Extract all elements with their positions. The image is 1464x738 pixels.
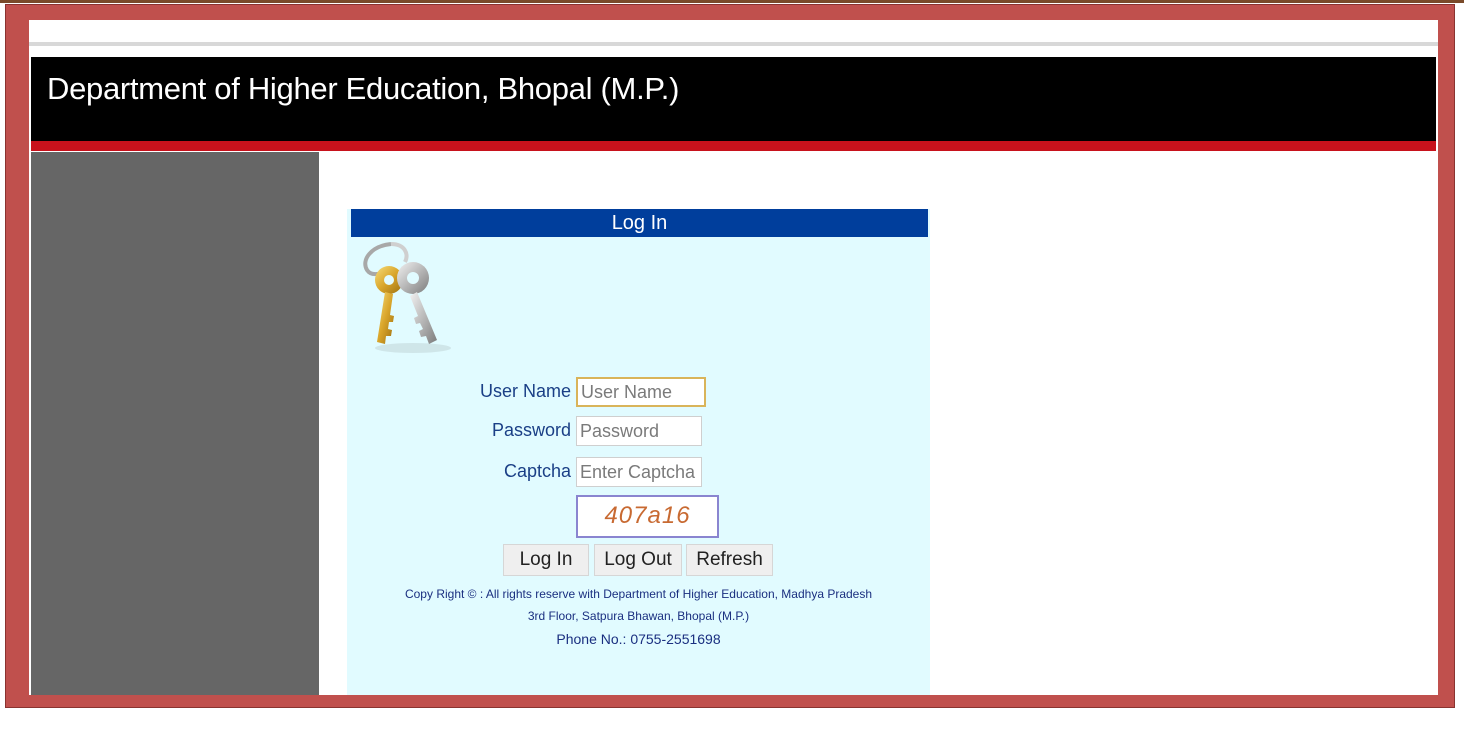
header-accent-bar bbox=[31, 141, 1436, 151]
logout-button[interactable]: Log Out bbox=[594, 544, 682, 576]
site-header: Department of Higher Education, Bhopal (… bbox=[31, 57, 1436, 141]
username-label: User Name bbox=[479, 381, 571, 401]
page: Department of Higher Education, Bhopal (… bbox=[29, 20, 1438, 695]
login-button[interactable]: Log In bbox=[503, 544, 589, 576]
divider bbox=[29, 42, 1438, 46]
login-title: Log In bbox=[351, 209, 928, 237]
password-label: Password bbox=[491, 420, 571, 440]
top-strip bbox=[0, 0, 1464, 3]
sidebar bbox=[31, 152, 319, 695]
username-input[interactable] bbox=[576, 377, 706, 407]
copyright-text: Copy Right © : All rights reserve with D… bbox=[404, 587, 873, 601]
site-title: Department of Higher Education, Bhopal (… bbox=[47, 71, 680, 106]
keys-icon bbox=[361, 242, 461, 359]
captcha-label: Captcha bbox=[503, 461, 571, 481]
address-text: 3rd Floor, Satpura Bhawan, Bhopal (M.P.) bbox=[527, 609, 750, 623]
captcha-image: 407a16 bbox=[576, 495, 719, 538]
password-input[interactable] bbox=[576, 416, 702, 446]
refresh-button[interactable]: Refresh bbox=[686, 544, 773, 576]
login-panel: Log In User Name User Name Password Capt… bbox=[347, 209, 930, 695]
captcha-input[interactable] bbox=[576, 457, 702, 487]
phone-text: Phone No.: 0755-2551698 bbox=[556, 631, 721, 647]
